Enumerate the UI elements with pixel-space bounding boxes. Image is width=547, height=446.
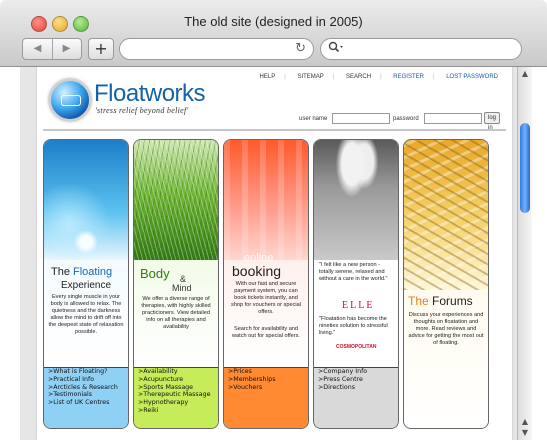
link-reiki[interactable]: >Reiki [134, 407, 218, 415]
heading-main: booking [232, 263, 282, 279]
scroll-thumb[interactable] [520, 123, 530, 213]
panel-body: Body & Mind We offer a diverse range of … [134, 260, 218, 367]
link-therapeutic-massage[interactable]: >Therepeutic Massage [134, 391, 218, 399]
web-content: Floatworks 'stress relief beyond belief'… [20, 67, 517, 440]
login-button[interactable]: log in [484, 112, 501, 131]
link-acupuncture[interactable]: >Acupuncture [134, 376, 218, 384]
floatworks-logo-icon [49, 79, 91, 121]
reload-icon[interactable]: ↻ [295, 41, 306, 56]
heading-pre: Body [140, 266, 170, 281]
quote-2: "Floatation has become the nineties solu… [319, 316, 388, 336]
link-availability[interactable]: >Availability [134, 368, 218, 376]
username-label: user name [299, 116, 328, 122]
cosmopolitan-logo: COSMOPOLITAN [336, 344, 377, 350]
scroll-up-icon-bottom[interactable]: ▲ [519, 417, 531, 427]
keyboard-image [404, 140, 488, 290]
heading-pre: The [408, 294, 433, 308]
vertical-scrollbar[interactable]: ▲ ▲ ▼ [517, 67, 532, 440]
panel-booking[interactable]: online booking With our fast and secure … [223, 139, 309, 429]
top-link-sitemap[interactable]: SITEMAP [297, 74, 323, 80]
window-title: The old site (designed in 2005) [184, 14, 363, 29]
link-list-uk-centres[interactable]: >List of UK Centres [44, 399, 128, 407]
username-input[interactable] [332, 113, 390, 124]
top-link-search[interactable]: SEARCH [346, 74, 371, 80]
password-label: password [393, 116, 419, 122]
top-link-lost-password[interactable]: LOST PASSWORD [446, 74, 498, 80]
link-practical-info[interactable]: >Practical Info [44, 376, 128, 384]
panel-forums[interactable]: The Forums Discuss your experiences and … [403, 139, 489, 429]
top-link-register[interactable]: REGISTER [393, 74, 424, 80]
panel-links: >Prices >Memberships >Vouchers [224, 367, 308, 428]
heading-pre: The [51, 266, 74, 278]
panel-links: >Company Info >Press Centre >Directions [314, 367, 398, 428]
browser-window: The old site (designed in 2005) ◀ ▶ + ↻ … [0, 0, 547, 446]
link-articles-research[interactable]: >Arcticles & Research [44, 384, 128, 392]
panel-text: Every single muscle in your body is allo… [48, 294, 124, 335]
link-memberships[interactable]: >Memberships [224, 376, 308, 384]
link-what-is-floating[interactable]: >What is Floating? [44, 368, 128, 376]
link-hypnotherapy[interactable]: >Hypnotherapy [134, 399, 218, 407]
scroll-up-icon[interactable]: ▲ [519, 69, 531, 79]
panel-text: Discuss your experiences and thoughts on… [408, 312, 484, 346]
grass-image [134, 140, 218, 260]
panel-text: We offer a diverse range of therapies, w… [141, 296, 211, 330]
scroll-down-icon[interactable]: ▼ [519, 428, 531, 438]
link-press-centre[interactable]: >Press Centre [314, 376, 398, 384]
forward-button[interactable]: ▶ [52, 39, 81, 59]
link-sports-massage[interactable]: >Sports Massage [134, 384, 218, 392]
link-prices[interactable]: >Prices [224, 368, 308, 376]
top-link-help[interactable]: HELP [260, 74, 276, 80]
site-logo[interactable]: Floatworks [94, 80, 206, 108]
search-field[interactable] [320, 38, 522, 60]
panel-floating[interactable]: The Floating Experience Every single mus… [43, 139, 129, 429]
booking-image [224, 140, 308, 260]
heading-sub: Mind [172, 283, 192, 293]
quote-1: "I felt like a new person - totally sere… [319, 262, 388, 282]
panel-body: The Floating Experience Every single mus… [44, 260, 128, 367]
title-bar: The old site (designed in 2005) ◀ ▶ + ↻ [0, 0, 547, 67]
floatworks-page: Floatworks 'stress relief beyond belief'… [37, 67, 512, 440]
elle-logo: ELLE [342, 300, 375, 311]
panel-body: "I felt like a new person - totally sere… [314, 260, 398, 367]
back-button[interactable]: ◀ [23, 39, 53, 59]
header-divider [43, 129, 506, 131]
link-testimonials[interactable]: >Testimonials [44, 391, 128, 399]
link-directions[interactable]: >Directions [314, 384, 398, 392]
nav-buttons: ◀ ▶ [22, 38, 82, 60]
panel-press[interactable]: "I felt like a new person - totally sere… [313, 139, 399, 429]
magnifier-icon [328, 41, 344, 56]
panel-body-mind[interactable]: Body & Mind We offer a diverse range of … [133, 139, 219, 429]
water-image [44, 140, 128, 260]
panel-links: >Availability >Acupuncture >Sports Massa… [134, 367, 218, 428]
link-company-info[interactable]: >Company Info [314, 368, 398, 376]
site-tagline: 'stress relief beyond belief' [95, 106, 189, 115]
address-bar[interactable]: ↻ [119, 38, 314, 60]
panel-body: online booking With our fast and secure … [224, 252, 308, 367]
login-form: user name password log in [299, 112, 501, 131]
heading-main: Floating [73, 266, 113, 278]
panel-text: With our fast and secure payment system,… [231, 281, 301, 315]
panel-body: The Forums Discuss your experiences and … [404, 290, 488, 428]
password-input[interactable] [424, 113, 482, 124]
heading-sub: Experience [61, 280, 112, 291]
panel-text-2: Search for availability and watch out fo… [232, 326, 300, 339]
link-vouchers[interactable]: >Vouchers [224, 384, 308, 392]
top-links: HELP | SITEMAP | SEARCH | REGISTER | LOST PA… [259, 74, 498, 80]
add-bookmark-button[interactable]: + [88, 38, 114, 60]
heading-main: Forums [432, 294, 473, 308]
feet-image [314, 140, 398, 260]
panel-links: >What is Floating? >Practical Info >Arct… [44, 367, 128, 428]
